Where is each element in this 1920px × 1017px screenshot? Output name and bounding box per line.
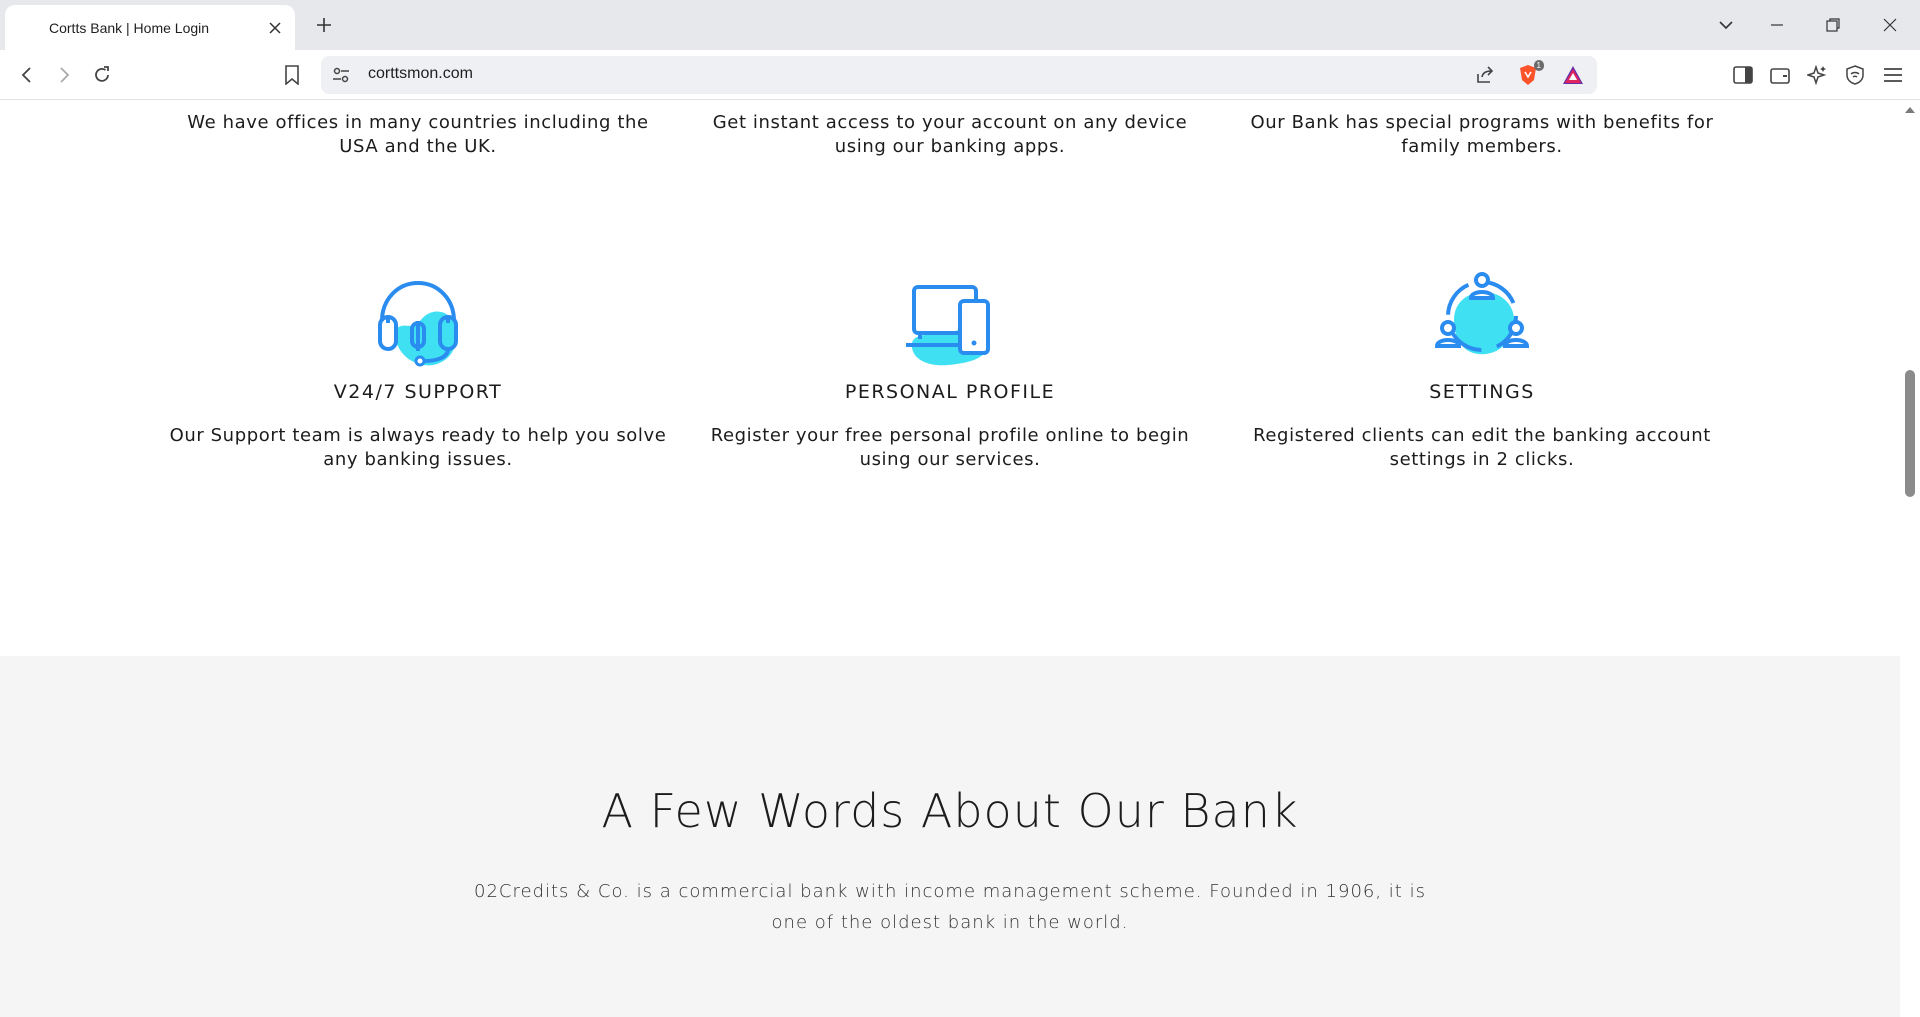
page-viewport: We have offices in many countries includ… xyxy=(0,101,1900,1017)
browser-tab[interactable]: Cortts Bank | Home Login xyxy=(5,5,295,50)
wallet-icon[interactable] xyxy=(1766,61,1794,89)
share-icon[interactable] xyxy=(1473,63,1497,87)
browser-toolbar: corttsmon.com 1 xyxy=(0,50,1920,100)
feature-profile-text: Register your free personal profile onli… xyxy=(710,425,1190,470)
headset-icon xyxy=(368,271,468,371)
url-text: corttsmon.com xyxy=(368,65,473,82)
close-window-icon[interactable] xyxy=(1875,10,1905,40)
users-network-icon xyxy=(1432,266,1532,366)
brave-rewards-icon[interactable] xyxy=(1561,63,1585,87)
sidebar-toggle-icon[interactable] xyxy=(1729,61,1757,89)
menu-icon[interactable] xyxy=(1879,61,1907,89)
feature-support-title: V24/7 SUPPORT xyxy=(333,381,503,403)
about-title: A Few Words About Our Bank xyxy=(601,784,1299,838)
scrollbar-thumb[interactable] xyxy=(1905,370,1915,497)
feature-family-text: Our Bank has special programs with benef… xyxy=(1250,112,1714,157)
reload-icon[interactable] xyxy=(88,61,116,89)
vpn-shield-icon[interactable] xyxy=(1841,61,1869,89)
restore-icon[interactable] xyxy=(1818,10,1848,40)
about-section: A Few Words About Our Bank 02Credits & C… xyxy=(0,656,1900,1017)
scrollbar[interactable] xyxy=(1900,101,1920,1017)
feature-apps-text: Get instant access to your account on an… xyxy=(712,112,1188,157)
leo-ai-icon[interactable] xyxy=(1803,61,1831,89)
scroll-up-arrow-icon[interactable] xyxy=(1905,107,1915,113)
address-bar[interactable]: corttsmon.com 1 xyxy=(321,56,1597,94)
forward-icon[interactable] xyxy=(50,61,78,89)
feature-offices-text: We have offices in many countries includ… xyxy=(187,112,649,157)
tab-close-icon[interactable] xyxy=(265,18,285,38)
feature-settings-text: Registered clients can edit the banking … xyxy=(1253,425,1711,470)
bookmark-icon[interactable] xyxy=(278,61,306,89)
devices-icon xyxy=(900,271,1000,371)
shield-count-badge: 1 xyxy=(1533,60,1544,71)
tab-title: Cortts Bank | Home Login xyxy=(49,19,210,36)
minimize-icon[interactable] xyxy=(1762,10,1792,40)
feature-profile-title: PERSONAL PROFILE xyxy=(844,381,1056,403)
tab-strip: Cortts Bank | Home Login xyxy=(0,0,1920,50)
new-tab-button[interactable] xyxy=(312,13,336,37)
feature-settings-title: SETTINGS xyxy=(1429,381,1535,403)
back-icon[interactable] xyxy=(13,61,41,89)
about-text: 02Credits & Co. is a commercial bank wit… xyxy=(474,881,1426,933)
site-settings-icon[interactable] xyxy=(331,65,351,85)
brave-shields-icon[interactable]: 1 xyxy=(1516,60,1544,87)
tab-search-icon[interactable] xyxy=(1711,10,1741,40)
feature-support-text: Our Support team is always ready to help… xyxy=(169,425,667,470)
